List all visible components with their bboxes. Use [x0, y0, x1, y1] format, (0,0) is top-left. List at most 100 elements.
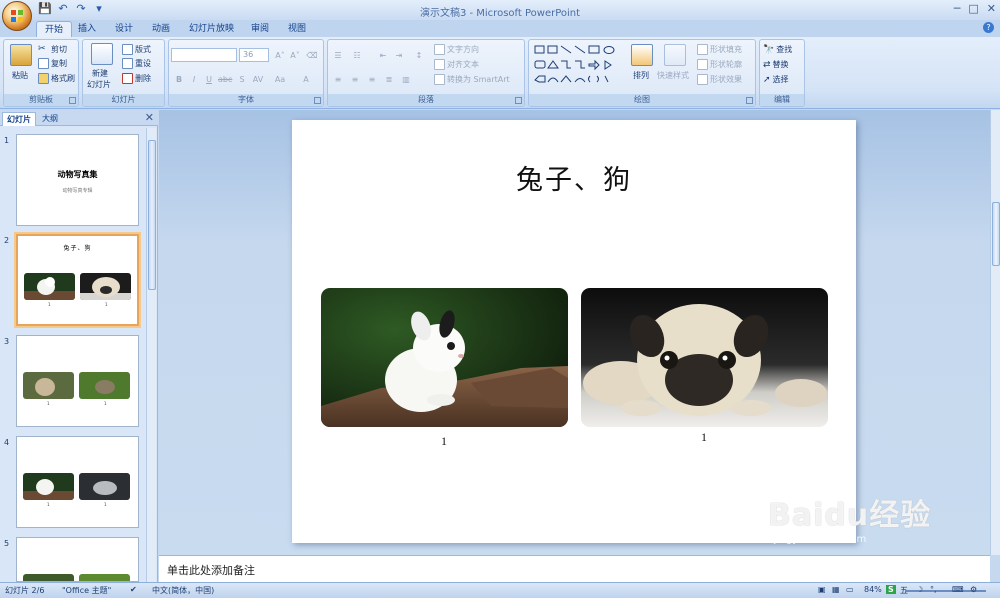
tab-review[interactable]: 审阅	[243, 21, 277, 37]
char-spacing-icon[interactable]: AV	[251, 72, 265, 85]
quick-styles-icon[interactable]	[664, 44, 686, 66]
line-spacing-icon[interactable]: ↕	[412, 48, 426, 61]
justify-icon[interactable]: ≣	[382, 72, 396, 85]
tab-slides[interactable]: 幻灯片	[2, 112, 36, 126]
tab-insert[interactable]: 插入	[70, 21, 104, 37]
new-slide-label-1[interactable]: 新建	[92, 68, 108, 79]
columns-icon[interactable]: ▥	[399, 72, 413, 85]
change-case-icon[interactable]: Aa	[273, 72, 287, 85]
ime-menu-icon[interactable]: ⚙	[970, 585, 977, 594]
slide-editor: 兔子、狗 1 1	[159, 110, 1000, 555]
shape-outline-button[interactable]: 形状轮廓	[697, 59, 742, 70]
tab-view[interactable]: 视图	[280, 21, 314, 37]
shapes-gallery-icon[interactable]	[533, 44, 623, 88]
bold-icon[interactable]: B	[172, 72, 186, 85]
slide-thumbnail-4[interactable]: 1 1	[16, 436, 139, 528]
paragraph-launcher-icon[interactable]	[515, 97, 522, 104]
pug-image[interactable]	[581, 288, 828, 427]
clipboard-launcher-icon[interactable]	[69, 97, 76, 104]
font-launcher-icon[interactable]	[314, 97, 321, 104]
font-size-combo[interactable]: 36	[239, 48, 269, 62]
paste-icon[interactable]	[10, 44, 32, 66]
italic-icon[interactable]: I	[187, 72, 201, 85]
close-pane-icon[interactable]: ✕	[145, 111, 154, 124]
numbering-icon[interactable]: ☷	[350, 48, 364, 61]
sorter-view-icon[interactable]: ▦	[832, 585, 840, 594]
current-slide[interactable]: 兔子、狗 1 1	[292, 120, 856, 543]
clear-format-icon[interactable]: ⌫	[305, 48, 319, 61]
tab-design[interactable]: 设计	[107, 21, 141, 37]
slide-editor-scroll-thumb[interactable]	[992, 202, 1000, 266]
tab-animation[interactable]: 动画	[144, 21, 178, 37]
notes-pane[interactable]: 单击此处添加备注	[159, 555, 990, 582]
help-icon[interactable]: ?	[983, 22, 994, 33]
slide-title[interactable]: 兔子、狗	[292, 158, 856, 197]
new-slide-icon[interactable]	[91, 43, 113, 65]
grow-font-icon[interactable]: A˄	[273, 48, 287, 61]
text-direction-button[interactable]: 文字方向	[434, 44, 479, 55]
increase-indent-icon[interactable]: ⇥	[392, 48, 406, 61]
copy-button[interactable]: 复制	[38, 58, 67, 69]
align-center-icon[interactable]: ≡	[348, 72, 362, 85]
underline-icon[interactable]: U	[202, 72, 216, 85]
delete-button[interactable]: 删除	[122, 73, 151, 84]
slide-thumbnail-2[interactable]: 兔子、狗 1 1	[16, 234, 139, 326]
slide-thumbnail-1[interactable]: 动物写真集 动物写真专辑	[16, 134, 139, 226]
caption-left[interactable]: 1	[441, 434, 447, 449]
slide-editor-scrollbar[interactable]	[990, 110, 1000, 555]
office-logo-icon	[11, 10, 23, 22]
font-name-combo[interactable]	[171, 48, 237, 62]
layout-button[interactable]: 版式	[122, 44, 151, 55]
ime-moon-icon[interactable]: ☽	[916, 585, 923, 594]
zoom-level[interactable]: 84%	[864, 585, 882, 594]
maximize-icon[interactable]: □	[968, 2, 978, 15]
caption-right[interactable]: 1	[701, 430, 707, 445]
reset-button[interactable]: 重设	[122, 58, 151, 69]
decrease-indent-icon[interactable]: ⇤	[376, 48, 390, 61]
paste-button[interactable]: 粘贴	[12, 70, 28, 81]
thumb-image-left	[23, 574, 74, 581]
normal-view-icon[interactable]: ▣	[818, 585, 826, 594]
font-color-icon[interactable]: A	[299, 72, 313, 85]
shadow-icon[interactable]: S	[235, 72, 249, 85]
quick-styles-button[interactable]: 快速样式	[657, 70, 689, 81]
shrink-font-icon[interactable]: A˅	[288, 48, 302, 61]
tab-home[interactable]: 开始	[36, 21, 73, 37]
shape-fill-button[interactable]: 形状填充	[697, 44, 742, 55]
bullets-icon[interactable]: ☰	[331, 48, 345, 61]
tab-outline[interactable]: 大纲	[38, 112, 62, 126]
find-button[interactable]: 🔭 查找	[763, 44, 792, 55]
cut-button[interactable]: ✂ 剪切	[38, 44, 67, 55]
slides-pane-scroll-thumb[interactable]	[148, 140, 156, 290]
replace-button[interactable]: ⇄ 替换	[763, 59, 789, 70]
slide-thumbnail-3[interactable]: 1 1	[16, 335, 139, 427]
ime-punct-icon[interactable]: °,	[930, 585, 937, 594]
drawing-launcher-icon[interactable]	[746, 97, 753, 104]
spellcheck-icon[interactable]: ✔	[130, 585, 137, 594]
ime-mode[interactable]: 五	[900, 585, 908, 596]
align-left-icon[interactable]: ≡	[331, 72, 345, 85]
minimize-icon[interactable]: ─	[954, 2, 961, 15]
slideshow-view-icon[interactable]: ▭	[846, 585, 854, 594]
select-button[interactable]: ➚ 选择	[763, 74, 789, 85]
slides-pane-scrollbar[interactable]	[146, 128, 156, 582]
align-right-icon[interactable]: ≡	[365, 72, 379, 85]
tab-slideshow[interactable]: 幻灯片放映	[181, 21, 242, 37]
rabbit-image[interactable]	[321, 288, 568, 427]
smartart-button[interactable]: 转换为 SmartArt	[434, 74, 510, 85]
ime-logo-icon[interactable]: S	[886, 585, 896, 594]
arrange-button[interactable]: 排列	[633, 70, 649, 81]
strikethrough-icon[interactable]: abc	[217, 72, 232, 85]
title-bar: 💾 ↶ ↷ ▾ 演示文稿3 - Microsoft PowerPoint ─ □…	[0, 0, 1000, 20]
close-icon[interactable]: ✕	[987, 2, 996, 15]
editing-group-label: 编辑	[760, 94, 804, 106]
format-painter-button[interactable]: 格式刷	[38, 73, 75, 84]
ime-keyboard-icon[interactable]: ⌨	[952, 585, 964, 594]
slide-thumbnail-5[interactable]	[16, 537, 139, 582]
arrange-icon[interactable]	[631, 44, 653, 66]
align-text-button[interactable]: 对齐文本	[434, 59, 479, 70]
paragraph-group: ☰ ☷ ⇤ ⇥ ↕ 文字方向 对齐文本 转换为 SmartArt ≡ ≡ ≡ ≣…	[327, 39, 525, 107]
office-button[interactable]	[2, 1, 32, 31]
shape-effects-button[interactable]: 形状效果	[697, 74, 742, 85]
new-slide-label-2[interactable]: 幻灯片	[87, 79, 111, 90]
